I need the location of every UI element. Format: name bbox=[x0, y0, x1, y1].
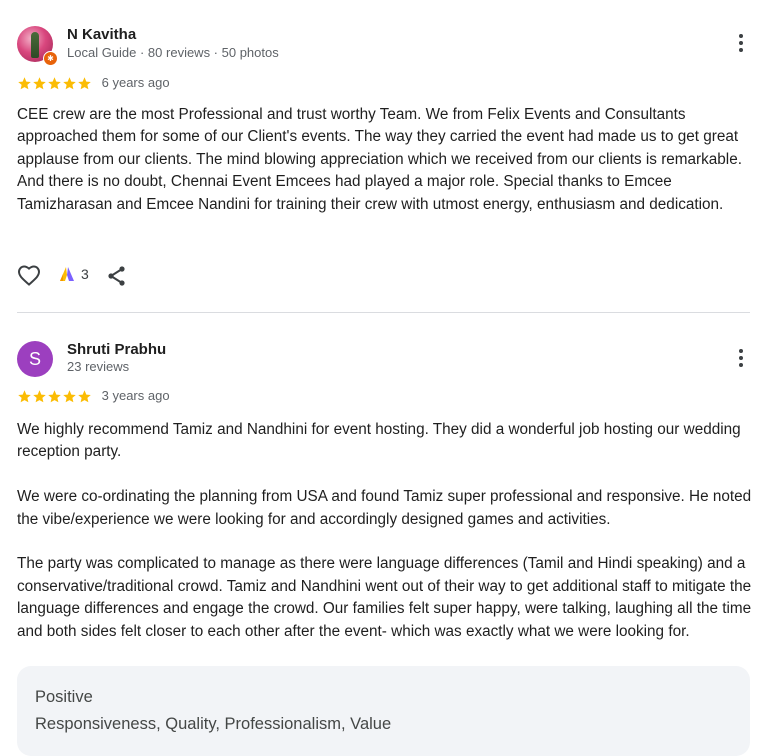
reviewer-meta[interactable]: 23 reviews bbox=[67, 359, 129, 374]
star-icon bbox=[33, 389, 46, 402]
avatar[interactable]: ✱ bbox=[17, 26, 58, 66]
highlights-value: Responsiveness, Quality, Professionalism… bbox=[35, 715, 392, 733]
star-icon bbox=[78, 389, 91, 402]
review-date: 3 years ago bbox=[101, 388, 170, 404]
reviewer-name[interactable]: N Kavitha bbox=[67, 26, 136, 43]
more-options-icon[interactable] bbox=[738, 34, 744, 54]
star-icon bbox=[18, 76, 31, 89]
review-text: We highly recommend Tamiz and Nandhini f… bbox=[17, 421, 752, 640]
star-icon bbox=[48, 76, 61, 89]
star-icon bbox=[18, 389, 31, 402]
avatar[interactable]: S bbox=[17, 341, 53, 377]
reaction-count: 3 bbox=[81, 266, 89, 282]
more-options-icon[interactable] bbox=[738, 349, 744, 369]
review-divider bbox=[17, 312, 750, 313]
review-date: 6 years ago bbox=[101, 75, 170, 91]
star-rating bbox=[17, 75, 92, 91]
rating-row: 3 years ago bbox=[17, 387, 170, 404]
reviewer-name[interactable]: Shruti Prabhu bbox=[67, 341, 166, 358]
avatar-photo bbox=[31, 32, 39, 58]
clap-reaction-icon[interactable] bbox=[57, 265, 77, 285]
star-icon bbox=[63, 389, 76, 402]
like-icon[interactable] bbox=[17, 264, 41, 286]
reviewer-meta[interactable]: Local Guide · 80 reviews · 50 photos bbox=[67, 45, 279, 60]
star-rating bbox=[17, 388, 92, 404]
star-icon bbox=[78, 76, 91, 89]
highlights-label: Positive bbox=[35, 688, 93, 706]
star-icon bbox=[48, 389, 61, 402]
review-text: CEE crew are the most Professional and t… bbox=[17, 106, 742, 213]
share-icon[interactable] bbox=[107, 265, 127, 287]
local-guide-badge-icon: ✱ bbox=[43, 51, 58, 66]
rating-row: 6 years ago bbox=[17, 74, 170, 91]
star-icon bbox=[63, 76, 76, 89]
review-highlights: Positive Responsiveness, Quality, Profes… bbox=[17, 666, 750, 756]
star-icon bbox=[33, 76, 46, 89]
